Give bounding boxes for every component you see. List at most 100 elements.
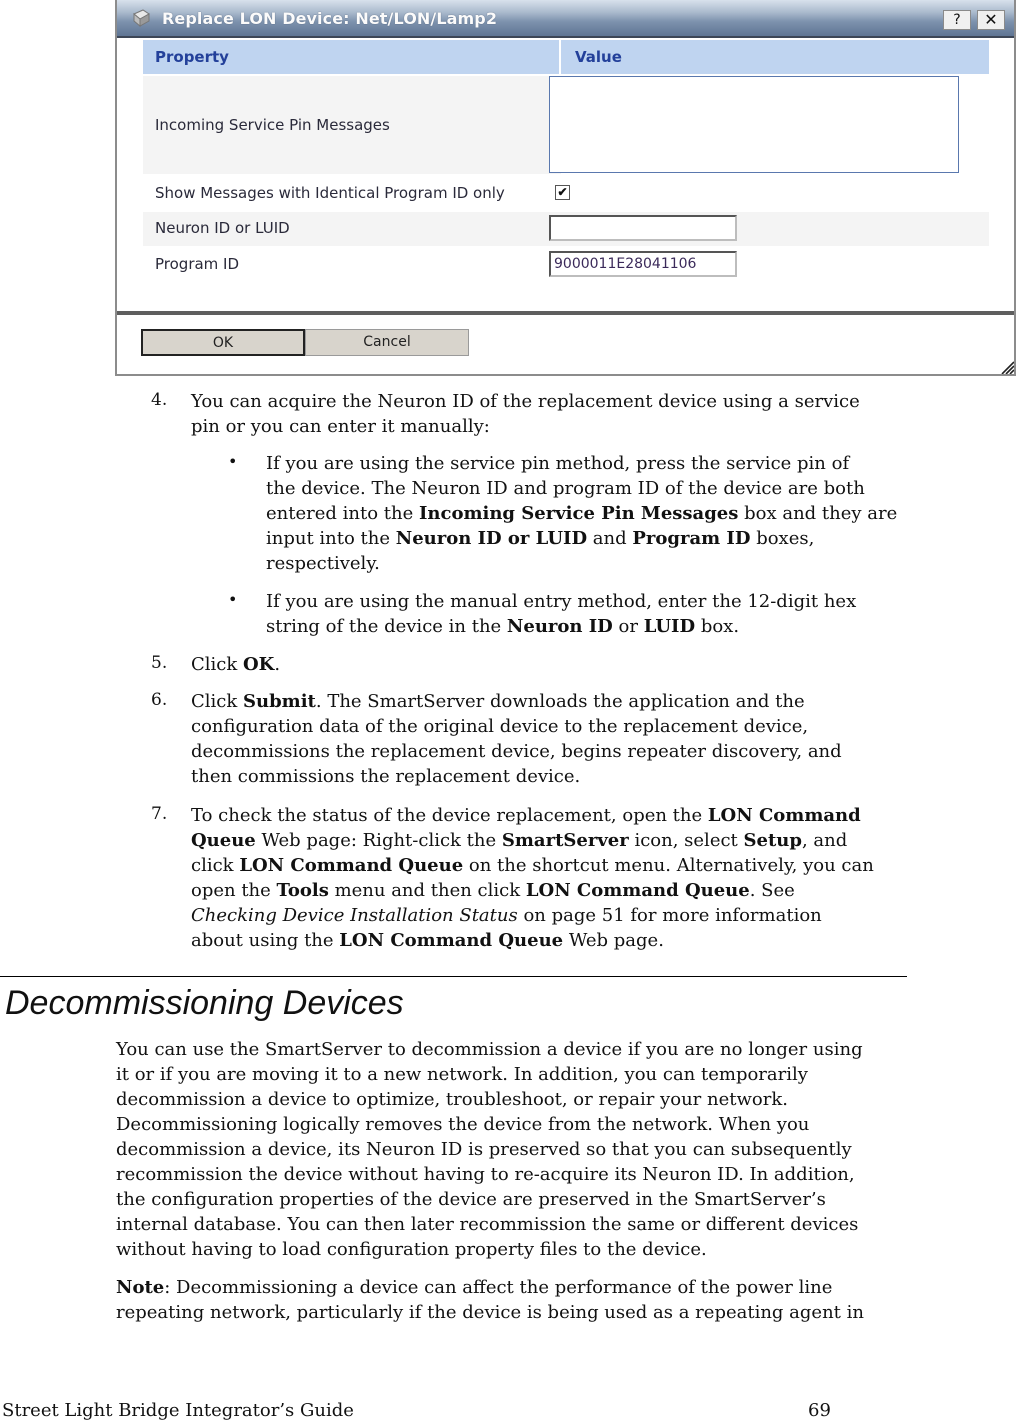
text-run: menu and then click <box>328 880 526 901</box>
text-line: click LON Command Queue on the shortcut … <box>191 853 874 878</box>
text-line: If you are using the service pin method,… <box>266 453 850 474</box>
section-heading: Decommissioning Devices <box>5 984 404 1022</box>
section-divider <box>0 976 907 977</box>
text-run: Web page: Right-click the <box>255 830 502 851</box>
text-line: You can acquire the Neuron ID of the rep… <box>191 391 860 412</box>
incoming-service-pin-messages-textarea[interactable] <box>549 76 959 173</box>
ui-term: Tools <box>276 880 329 901</box>
text-run: box. <box>695 616 740 637</box>
text-line: repeating network, particularly if the d… <box>116 1302 864 1323</box>
text-run: entered into the <box>266 503 419 524</box>
text-run: click <box>191 855 240 876</box>
checkmark-icon: ✔ <box>557 185 568 199</box>
help-icon: ? <box>953 12 961 28</box>
ui-term: OK <box>243 654 275 675</box>
note-label: Note <box>116 1277 165 1298</box>
header-property: Property <box>143 40 561 74</box>
text-line: the device. The Neuron ID and program ID… <box>266 478 865 499</box>
text-line: input into the Neuron ID or LUID and Pro… <box>266 526 897 551</box>
ui-term: Queue <box>191 830 256 851</box>
text-line: To check the status of the device replac… <box>191 803 874 828</box>
text-run: Click <box>191 654 243 675</box>
device-icon <box>133 9 150 28</box>
text-run: Web page. <box>563 930 664 951</box>
header-value: Value <box>575 48 622 66</box>
resize-grip-icon[interactable] <box>1000 360 1014 374</box>
text-line: pin or you can enter it manually: <box>191 416 490 437</box>
text-run: . See <box>749 880 795 901</box>
program-id-input[interactable]: 9000011E28041106 <box>549 251 737 277</box>
page-number: 69 <box>808 1400 831 1421</box>
text-run: open the <box>191 880 277 901</box>
text-line: entered into the Incoming Service Pin Me… <box>266 501 897 526</box>
step-6-text: Click Submit. The SmartServer downloads … <box>191 689 842 789</box>
text-line: then commissions the replacement device. <box>191 766 581 787</box>
text-line: about using the LON Command Queue Web pa… <box>191 928 874 953</box>
ui-term: Setup <box>743 830 802 851</box>
text-run: string of the device in the <box>266 616 507 637</box>
bullet-icon: • <box>228 452 238 471</box>
ui-term: LON Command Queue <box>525 880 750 901</box>
dialog-separator <box>117 311 1014 315</box>
step-4-text: You can acquire the Neuron ID of the rep… <box>191 389 860 439</box>
text-run: about using the <box>191 930 340 951</box>
neuron-id-input[interactable] <box>549 215 737 241</box>
text-run: input into the <box>266 528 396 549</box>
step-5-text: Click OK. <box>191 652 280 677</box>
step-number: 7. <box>151 804 168 824</box>
text-run: on the shortcut menu. Alternatively, you… <box>463 855 874 876</box>
dialog-titlebar[interactable]: Replace LON Device: Net/LON/Lamp2 ? ✕ <box>117 0 1014 38</box>
text-line: decommissions the replacement device, be… <box>191 741 842 762</box>
ui-term: Program ID <box>632 528 751 549</box>
text-line: open the Tools menu and then click LON C… <box>191 878 874 903</box>
text-line: Checking Device Installation Status on p… <box>191 903 874 928</box>
bullet-manual-entry: If you are using the manual entry method… <box>266 589 856 639</box>
ui-term: Neuron ID <box>506 616 613 637</box>
text-line: decommission a device to optimize, troub… <box>116 1089 788 1110</box>
ui-term: Submit <box>243 691 316 712</box>
text-line: If you are using the manual entry method… <box>266 591 857 612</box>
ui-term: LON Command Queue <box>339 930 564 951</box>
text-line: respectively. <box>266 553 380 574</box>
cross-reference-link[interactable]: Checking Device Installation Status <box>191 905 518 926</box>
replace-lon-device-dialog: Replace LON Device: Net/LON/Lamp2 ? ✕ Pr… <box>115 0 1016 376</box>
ui-term: Neuron ID or LUID <box>395 528 588 549</box>
row-label: Program ID <box>155 255 240 273</box>
ui-term: LON Command <box>707 805 861 826</box>
text-line: string of the device in the Neuron ID or… <box>266 614 856 639</box>
text-run: box and they are <box>738 503 898 524</box>
bullet-icon: • <box>228 590 238 609</box>
table-header: Property Value <box>143 40 989 74</box>
text-line: the configuration properties of the devi… <box>116 1189 826 1210</box>
text-run: . <box>274 654 281 675</box>
ok-button[interactable]: OK <box>141 329 305 356</box>
text-run: on page 51 for more information <box>517 905 822 926</box>
ui-term: LUID <box>643 616 696 637</box>
text-line: Decommissioning logically removes the de… <box>116 1114 810 1135</box>
cancel-button[interactable]: Cancel <box>305 329 469 356</box>
text-run: or <box>612 616 644 637</box>
step-number: 5. <box>151 653 168 673</box>
table-row: Incoming Service Pin Messages <box>143 76 561 174</box>
text-run: , and <box>801 830 848 851</box>
text-run: and <box>587 528 633 549</box>
ui-term: LON Command Queue <box>239 855 464 876</box>
step-number: 4. <box>151 390 168 410</box>
row-label: Incoming Service Pin Messages <box>155 116 390 134</box>
bullet-service-pin: If you are using the service pin method,… <box>266 451 897 576</box>
help-button[interactable]: ? <box>943 10 971 30</box>
row-label: Show Messages with Identical Program ID … <box>155 184 505 202</box>
text-line: You can use the SmartServer to decommiss… <box>116 1039 863 1060</box>
dialog-title: Replace LON Device: Net/LON/Lamp2 <box>162 9 498 28</box>
close-button[interactable]: ✕ <box>977 10 1005 30</box>
identical-program-id-checkbox[interactable]: ✔ <box>555 185 570 200</box>
text-line: without having to load configuration pro… <box>116 1239 707 1260</box>
text-line: Queue Web page: Right-click the SmartSer… <box>191 828 874 853</box>
close-icon: ✕ <box>984 10 998 29</box>
text-run: To check the status of the device replac… <box>191 805 708 826</box>
text-run: Click <box>191 691 243 712</box>
text-line: configuration data of the original devic… <box>191 716 809 737</box>
step-7-text: To check the status of the device replac… <box>191 803 874 953</box>
text-run: : Decommissioning a device can affect th… <box>164 1277 833 1298</box>
step-number: 6. <box>151 690 168 710</box>
